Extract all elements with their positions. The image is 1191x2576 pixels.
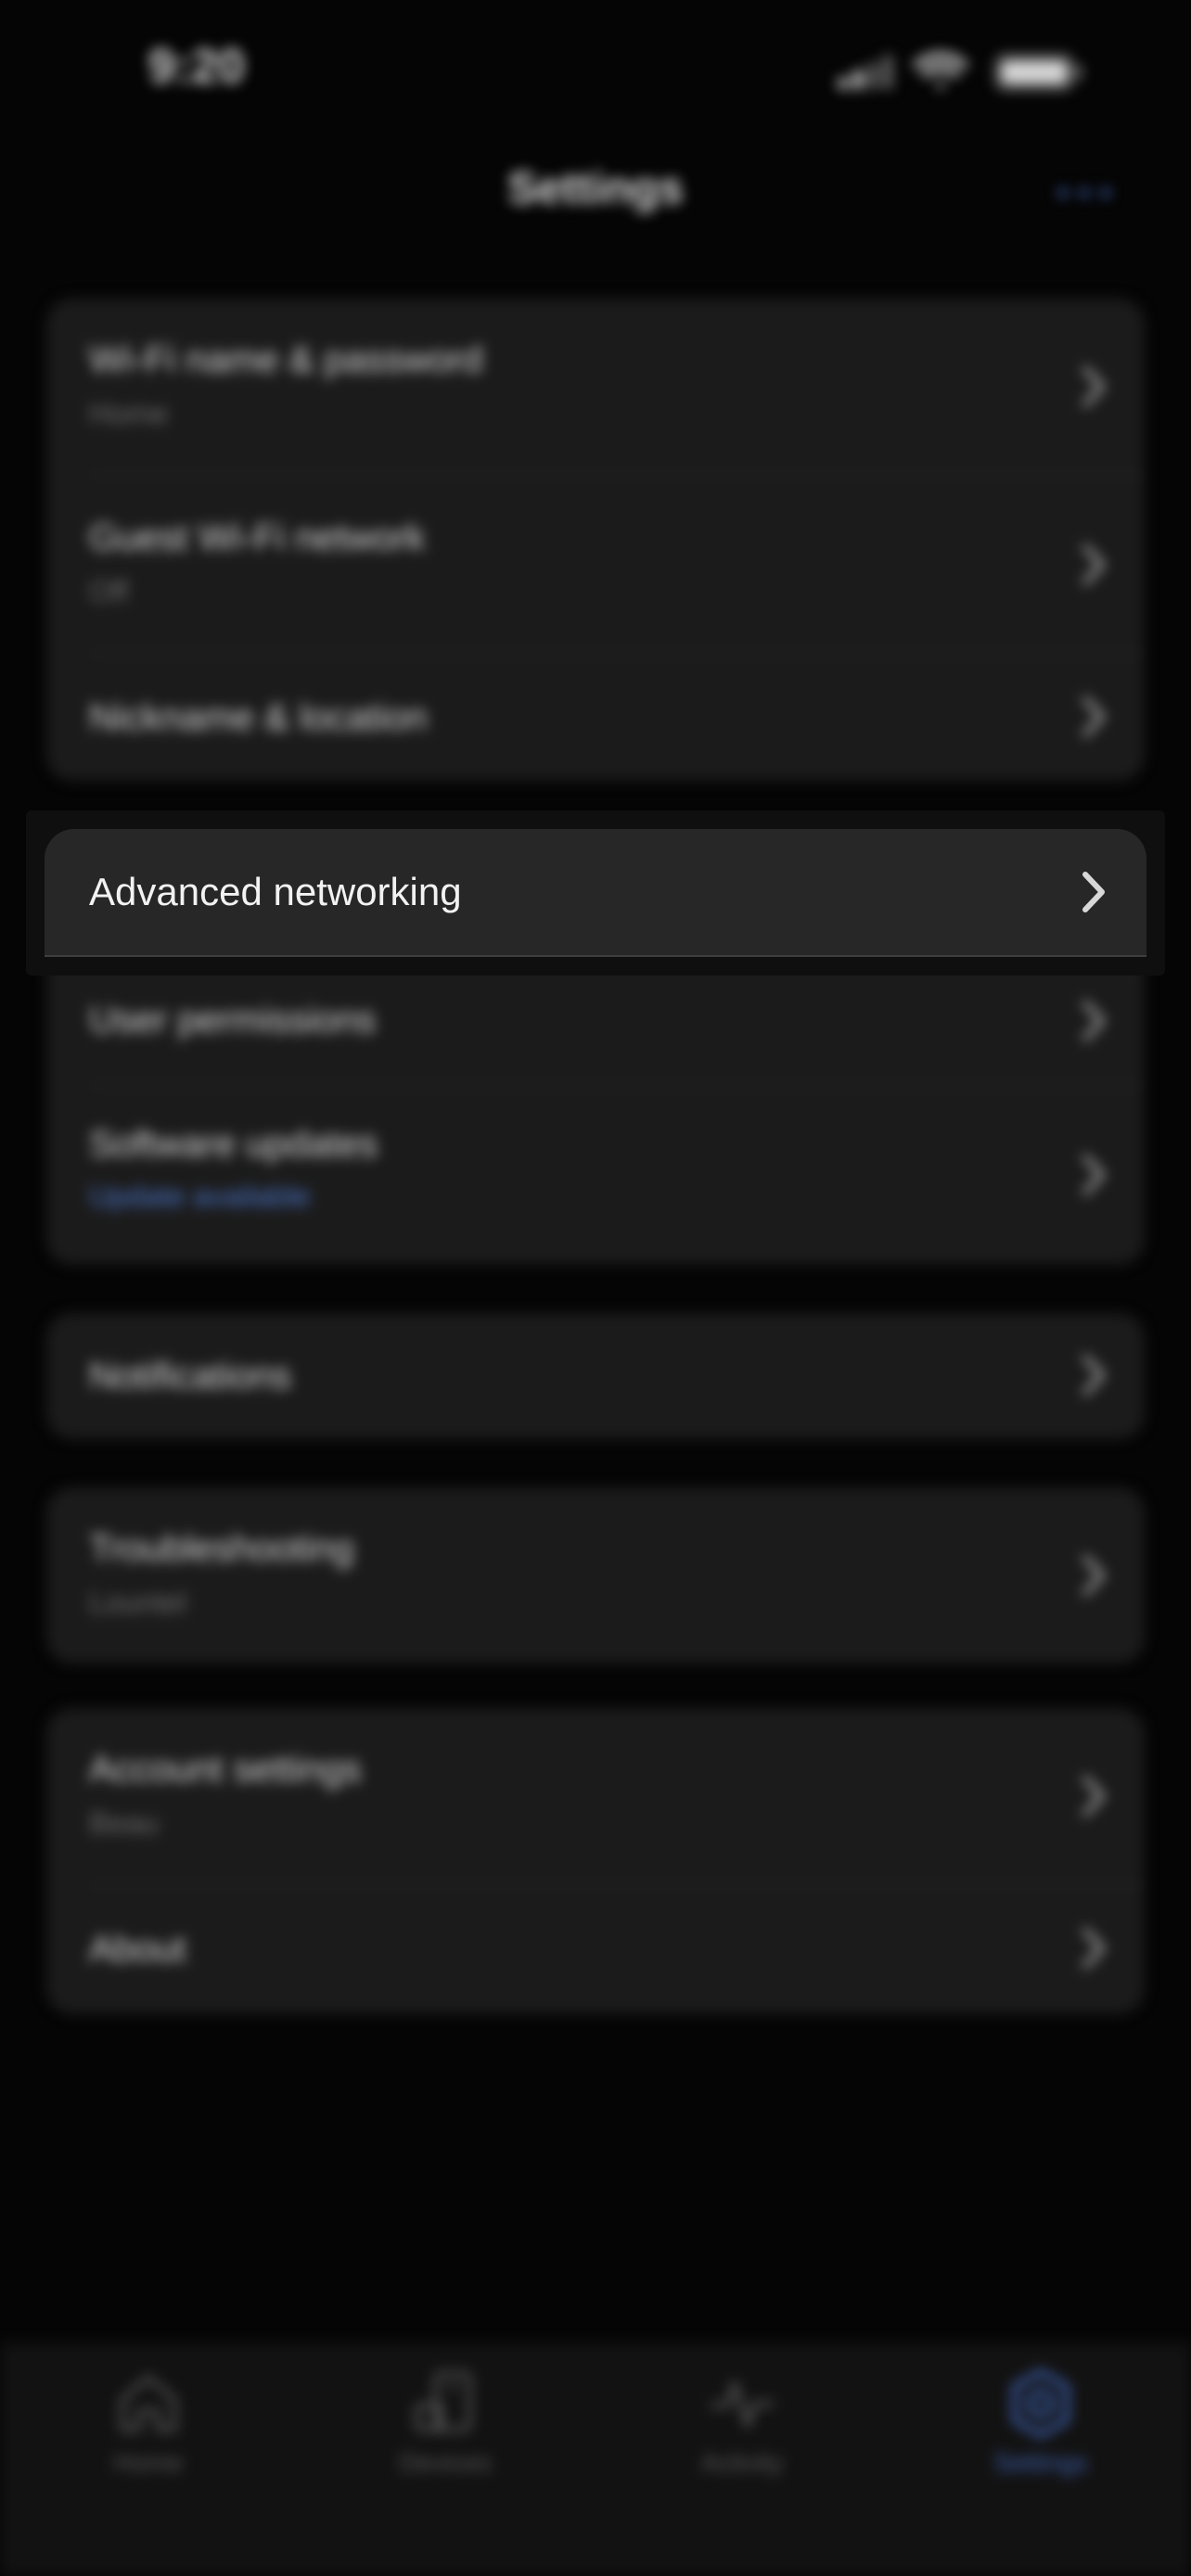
chevron-right-icon xyxy=(1082,872,1105,912)
blurred-background: 9:20 Settings Wi-Fi name & password Home… xyxy=(0,0,1191,2576)
status-time: 9:20 xyxy=(148,40,246,94)
tab-home[interactable]: Home xyxy=(56,2368,241,2507)
settings-group-troubleshooting: Troubleshooting Lountel xyxy=(46,1487,1145,1664)
chevron-right-icon xyxy=(1082,1776,1105,1817)
settings-row-troubleshooting[interactable]: Troubleshooting Lountel xyxy=(46,1487,1145,1664)
settings-group-network: Wi-Fi name & password Home Guest Wi-Fi n… xyxy=(46,299,1145,781)
chevron-right-icon xyxy=(1082,1928,1105,1969)
chevron-right-icon xyxy=(1082,366,1105,407)
wifi-icon xyxy=(913,52,968,89)
settings-row-about[interactable]: About xyxy=(46,1886,1145,2014)
row-title: Account settings xyxy=(89,1749,362,1790)
status-icons xyxy=(820,46,1098,96)
cellular-signal-icon xyxy=(839,56,892,89)
settings-row-nickname[interactable]: Nickname & location xyxy=(46,655,1145,781)
activity-icon xyxy=(710,2380,775,2429)
settings-row-guest-wifi[interactable]: Guest Wi-Fi network Off xyxy=(46,477,1145,655)
page-title: Settings xyxy=(507,164,684,213)
row-title: Notifications xyxy=(89,1356,291,1396)
row-title: Troubleshooting xyxy=(89,1528,354,1569)
chevron-right-icon xyxy=(1082,1555,1105,1596)
row-subtitle-update-available: Update available xyxy=(89,1180,311,1213)
home-icon xyxy=(120,2375,177,2432)
battery-icon xyxy=(994,54,1082,91)
settings-row-user-permissions[interactable]: User permissions xyxy=(46,957,1145,1087)
chevron-right-icon xyxy=(1082,1154,1105,1195)
settings-row-wifi[interactable]: Wi-Fi name & password Home xyxy=(46,299,1145,477)
chevron-right-icon xyxy=(1082,544,1105,585)
row-subtitle: Home xyxy=(89,397,169,430)
tab-bar: Home Devices Activity Settings xyxy=(0,2342,1191,2576)
tab-label: Home xyxy=(113,2448,184,2477)
tab-label: Devices xyxy=(399,2448,492,2477)
row-title: Advanced networking xyxy=(89,870,462,913)
row-title: Nickname & location xyxy=(89,697,428,738)
row-subtitle: Lountel xyxy=(89,1586,186,1619)
tab-devices[interactable]: Devices xyxy=(352,2368,538,2507)
settings-group-notifications: Notifications xyxy=(46,1313,1145,1439)
settings-icon xyxy=(1012,2369,1069,2438)
settings-row-account[interactable]: Account settings Beau xyxy=(46,1708,1145,1886)
row-title: Wi-Fi name & password xyxy=(89,339,483,380)
settings-row-advanced-networking[interactable]: Advanced networking xyxy=(45,829,1146,957)
row-subtitle: Beau xyxy=(89,1806,159,1840)
status-bar: 9:20 xyxy=(0,0,1191,139)
chevron-right-icon xyxy=(1082,1355,1105,1396)
settings-group-account: Account settings Beau About xyxy=(46,1708,1145,2014)
chevron-right-icon xyxy=(1082,1001,1105,1041)
row-title: Guest Wi-Fi network xyxy=(89,517,426,558)
settings-row-software-updates[interactable]: Software updates Update available xyxy=(46,1087,1145,1265)
chevron-right-icon xyxy=(1082,696,1105,737)
row-title: Software updates xyxy=(89,1124,378,1165)
row-title: About xyxy=(89,1929,186,1970)
settings-row-notifications[interactable]: Notifications xyxy=(46,1313,1145,1439)
devices-icon xyxy=(415,2371,472,2432)
row-subtitle: Off xyxy=(89,575,129,608)
tab-label: Settings xyxy=(993,2448,1088,2477)
ellipsis-icon[interactable] xyxy=(1052,167,1117,219)
tab-settings[interactable]: Settings xyxy=(948,2368,1133,2507)
tab-activity[interactable]: Activity xyxy=(649,2368,835,2507)
row-title: User permissions xyxy=(89,1000,376,1040)
tab-label: Activity xyxy=(700,2448,784,2477)
